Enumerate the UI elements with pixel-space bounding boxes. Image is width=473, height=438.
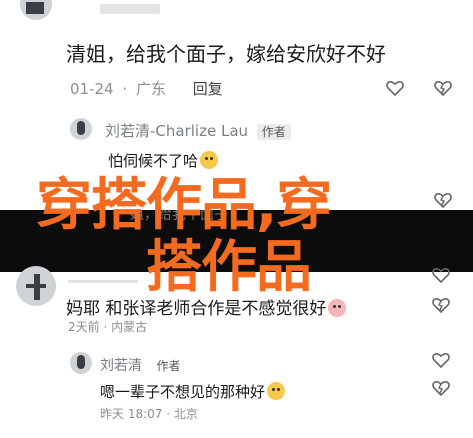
like-icon-4[interactable] (432, 352, 450, 368)
dislike-icon-4[interactable] (432, 380, 450, 396)
smile-emoji-icon (267, 382, 286, 400)
dislike-icon-3[interactable] (432, 297, 450, 313)
reply-button[interactable]: 回复 (193, 80, 223, 98)
dislike-icon[interactable] (434, 80, 452, 96)
reply-avatar[interactable] (70, 118, 92, 140)
like-icon-2[interactable] (434, 192, 452, 208)
reply2-author-badge: 作者 (156, 359, 181, 373)
comment-date: 01-24 (70, 80, 114, 98)
like-icon-3[interactable] (432, 267, 450, 283)
reply2-text: 嗯一辈子不想见的那种好 (100, 381, 286, 402)
reply-author-name[interactable]: 刘若清-Charlize Lau (105, 122, 248, 140)
reply2-meta: 昨天 18:07 · 北京 (100, 407, 198, 421)
reply2-author[interactable]: 刘若清 作者 (100, 355, 180, 375)
comment2-text: 妈耶 和张译老师合作是不感觉很好 (66, 294, 347, 319)
author-badge: 作者 (256, 124, 291, 140)
comment-meta: 01-24 · 广东 回复 (70, 78, 223, 99)
like-icon[interactable] (386, 80, 404, 96)
overlay-title-line2: 搭作品 (146, 235, 312, 300)
reply2-avatar[interactable] (70, 352, 92, 374)
meta-separator: · (122, 80, 128, 98)
reply2-text-content: 嗯一辈子不想见的那种好 (100, 383, 266, 401)
comment2-meta: 2天前 · 内蒙古 (68, 320, 148, 334)
reply2-author-name[interactable]: 刘若清 (100, 358, 142, 374)
pig-emoji-icon (328, 299, 347, 317)
comment-text: 清姐，给我个面子，嫁给安欣好不好 (66, 42, 386, 66)
comment2-author-placeholder (68, 280, 138, 283)
avatar[interactable] (20, 0, 52, 20)
comment2-text-content: 妈耶 和张译老师合作是不感觉很好 (66, 299, 327, 319)
comment-location: 广东 (135, 80, 166, 98)
reply-author[interactable]: 刘若清-Charlize Lau 作者 (105, 120, 291, 141)
comment2-avatar[interactable] (16, 266, 56, 306)
header-fragment (100, 4, 160, 14)
